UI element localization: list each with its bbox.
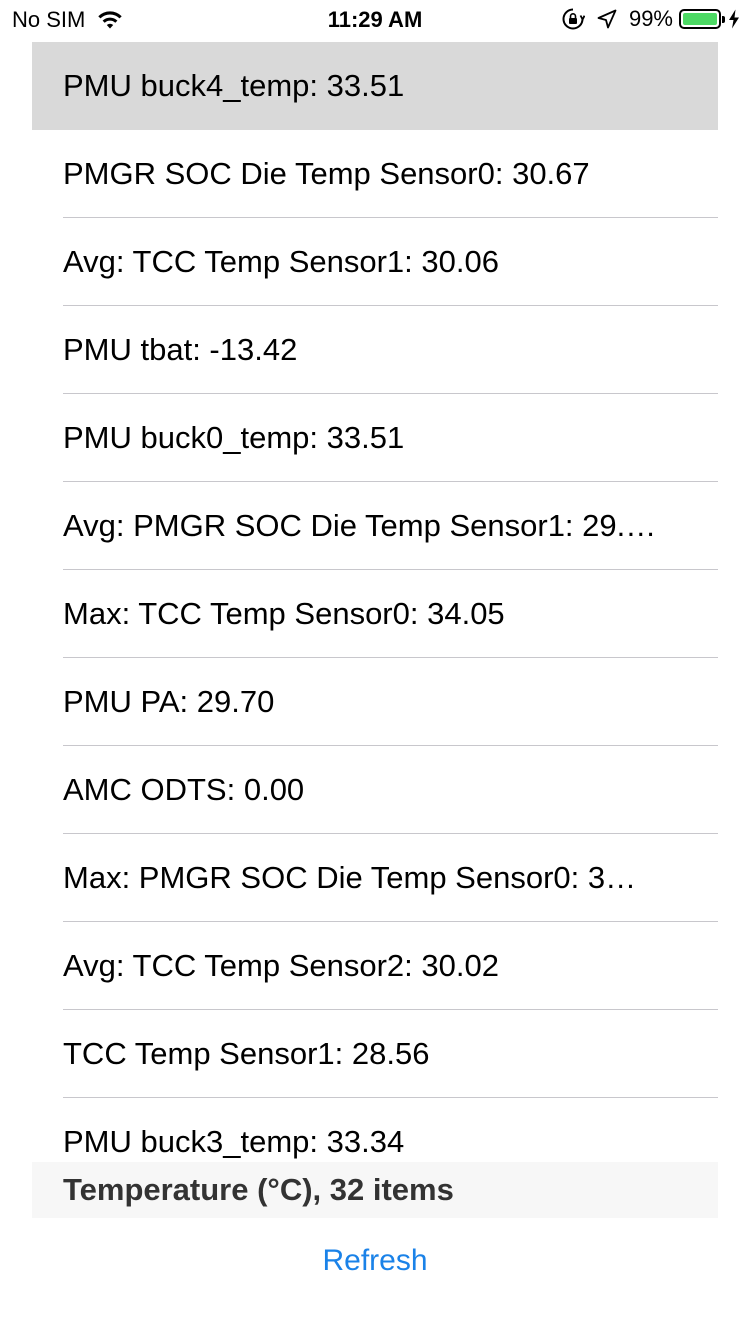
status-bar: No SIM 11:29 AM 99% [0,0,750,40]
refresh-button[interactable]: Refresh [0,1244,750,1278]
list-item-label: TCC Temp Sensor1: 28.56 [63,1036,430,1071]
list-item-label: Max: PMGR SOC Die Temp Sensor0: 3… [63,860,637,895]
list-item[interactable]: PMU buck4_temp: 33.51 [32,42,718,130]
list-item[interactable]: PMU PA: 29.70 [32,658,718,746]
charging-bolt-icon [729,9,739,29]
battery-level-fill [683,13,717,25]
list-item[interactable]: TCC Temp Sensor1: 28.56 [32,1010,718,1098]
list-item[interactable]: Max: PMGR SOC Die Temp Sensor0: 3… [32,834,718,922]
list-item-label: PMGR SOC Die Temp Sensor0: 30.67 [63,156,590,191]
list-item-label: Avg: PMGR SOC Die Temp Sensor1: 29.… [63,508,657,543]
battery-percent: 99% [628,6,673,31]
list-item-label: PMU buck3_temp: 33.34 [63,1124,405,1159]
status-bar-right: 99% [561,6,740,32]
list-item-label: PMU PA: 29.70 [63,684,275,719]
list-item[interactable]: Max: TCC Temp Sensor0: 34.05 [32,570,718,658]
list-item[interactable]: Avg: PMGR SOC Die Temp Sensor1: 29.… [32,482,718,570]
list-item[interactable]: Avg: TCC Temp Sensor1: 30.06 [32,218,718,306]
rotation-lock-icon [562,8,585,30]
sensor-list[interactable]: PMU buck4_temp: 33.51 PMGR SOC Die Temp S… [32,42,718,1162]
list-item[interactable]: PMU tbat: -13.42 [32,306,718,394]
section-footer: Temperature (°C), 32 items [32,1162,718,1218]
section-footer-title: Temperature (°C), 32 items [63,1172,454,1207]
list-item-label: PMU tbat: -13.42 [63,332,298,367]
list-item-label: Avg: TCC Temp Sensor2: 30.02 [63,948,499,983]
list-item[interactable]: PMGR SOC Die Temp Sensor0: 30.67 [32,130,718,218]
list-item[interactable]: PMU buck3_temp: 33.34 [32,1098,718,1162]
list-item-label: PMU buck4_temp: 33.51 [63,68,405,103]
list-item-label: Max: TCC Temp Sensor0: 34.05 [63,596,505,631]
list-item[interactable]: Avg: TCC Temp Sensor2: 30.02 [32,922,718,1010]
list-item-label: Avg: TCC Temp Sensor1: 30.06 [63,244,499,279]
battery-icon [679,9,725,29]
list-item-label: PMU buck0_temp: 33.51 [63,420,405,455]
list-item[interactable]: AMC ODTS: 0.00 [32,746,718,834]
location-arrow-icon [597,9,617,29]
list-item-label: AMC ODTS: 0.00 [63,772,305,807]
list-item[interactable]: PMU buck0_temp: 33.51 [32,394,718,482]
